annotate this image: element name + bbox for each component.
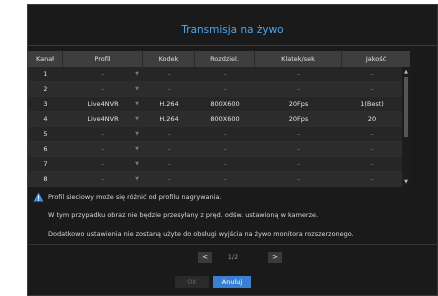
cancel-button[interactable]: Anuluj bbox=[213, 276, 251, 288]
warning-icon bbox=[33, 192, 44, 202]
profile-select[interactable]: – ▼ bbox=[63, 67, 143, 82]
profile-value: – bbox=[101, 130, 105, 138]
table-row: 4 Live4NVR ▼ H.264 800X600 20Fps 20 bbox=[28, 112, 402, 127]
header-quality: Jakość bbox=[365, 55, 387, 63]
table-row: 7 – ▼ – – – – bbox=[28, 157, 402, 172]
resolution-cell: – bbox=[223, 70, 227, 78]
header-channel: Kanał bbox=[28, 51, 63, 67]
dropdown-caret-icon: ▼ bbox=[135, 146, 139, 152]
dropdown-caret-icon: ▼ bbox=[135, 101, 139, 107]
dropdown-caret-icon: ▼ bbox=[135, 86, 139, 92]
prev-page-button[interactable]: < bbox=[198, 252, 212, 263]
codec-cell: – bbox=[167, 175, 171, 183]
resolution-cell: – bbox=[223, 160, 227, 168]
fps-cell: – bbox=[296, 145, 301, 153]
dropdown-caret-icon: ▼ bbox=[135, 71, 139, 77]
quality-cell: – bbox=[370, 175, 374, 183]
table-row: 2 – ▼ – – – – bbox=[28, 82, 402, 97]
channel-cell: 3 bbox=[43, 100, 48, 108]
channel-cell: 2 bbox=[43, 85, 48, 93]
profile-select[interactable]: – ▼ bbox=[63, 157, 143, 172]
table-header: Kanał Profil Kodek Rozdziel. Klatek/sek … bbox=[28, 51, 410, 67]
page-indicator: 1/2 bbox=[227, 253, 239, 261]
dialog-title: Transmisja na żywo bbox=[181, 24, 284, 36]
codec-cell: – bbox=[167, 130, 171, 138]
channel-cell: 6 bbox=[43, 145, 48, 153]
profile-select[interactable]: – ▼ bbox=[63, 142, 143, 157]
channel-table: Kanał Profil Kodek Rozdziel. Klatek/sek … bbox=[28, 51, 410, 187]
note-line-3: Dodatkowo ustawienia nie zostaną użyte d… bbox=[48, 230, 354, 238]
title-divider bbox=[28, 45, 438, 46]
ok-button[interactable]: OK bbox=[175, 276, 209, 288]
table-scrollbar[interactable]: ▲ ▼ bbox=[402, 67, 410, 187]
dropdown-caret-icon: ▼ bbox=[135, 116, 139, 122]
quality-cell: 20 bbox=[367, 115, 377, 123]
fps-cell: 20Fps bbox=[288, 100, 309, 108]
footer-divider bbox=[28, 244, 438, 245]
fps-cell: – bbox=[296, 85, 301, 93]
fps-cell: – bbox=[296, 175, 301, 183]
codec-cell: – bbox=[167, 160, 171, 168]
channel-cell: 8 bbox=[43, 175, 48, 183]
channel-cell: 7 bbox=[43, 160, 48, 168]
quality-cell: – bbox=[370, 145, 374, 153]
note-line-1: Profil sieciowy może się różnić od profi… bbox=[48, 193, 222, 201]
table-body: 1 – ▼ – – – – 2 – ▼ – – – – 3 Live4NVR ▼ H.… bbox=[28, 67, 402, 187]
quality-cell: – bbox=[370, 130, 374, 138]
resolution-cell: – bbox=[223, 145, 227, 153]
table-row: 8 – ▼ – – – – bbox=[28, 172, 402, 187]
dropdown-caret-icon: ▼ bbox=[135, 176, 139, 182]
quality-cell: – bbox=[370, 85, 374, 93]
resolution-cell: 800X600 bbox=[210, 100, 240, 108]
scroll-up-arrow-icon[interactable]: ▲ bbox=[402, 69, 410, 75]
quality-cell: – bbox=[370, 160, 374, 168]
channel-cell: 4 bbox=[43, 115, 48, 123]
profile-select[interactable]: – ▼ bbox=[63, 127, 143, 142]
scrollbar-thumb[interactable] bbox=[404, 77, 408, 137]
codec-cell: – bbox=[167, 85, 171, 93]
header-profile: Profil bbox=[63, 51, 143, 67]
pagination: < 1/2 > bbox=[0, 252, 438, 264]
header-resolution: Rozdziel. bbox=[195, 51, 255, 67]
table-row: 5 – ▼ – – – – bbox=[28, 127, 402, 142]
profile-value: – bbox=[101, 85, 105, 93]
resolution-cell: – bbox=[223, 175, 227, 183]
quality-cell: 1(Best) bbox=[360, 100, 384, 108]
note-line-2: W tym przypadku obraz nie będzie przesył… bbox=[48, 211, 319, 219]
resolution-cell: – bbox=[223, 85, 227, 93]
codec-cell: – bbox=[167, 70, 171, 78]
profile-value: Live4NVR bbox=[87, 100, 119, 108]
header-fps: Klatek/sek bbox=[255, 51, 342, 67]
codec-cell: H.264 bbox=[159, 100, 179, 108]
resolution-cell: – bbox=[223, 130, 227, 138]
resolution-cell: 800X600 bbox=[210, 115, 240, 123]
fps-cell: 20Fps bbox=[288, 115, 309, 123]
profile-select[interactable]: – ▼ bbox=[63, 172, 143, 187]
dropdown-caret-icon: ▼ bbox=[135, 161, 139, 167]
fps-cell: – bbox=[296, 130, 301, 138]
dropdown-caret-icon: ▼ bbox=[135, 131, 139, 137]
profile-select[interactable]: Live4NVR ▼ bbox=[63, 97, 143, 112]
profile-value: – bbox=[101, 70, 105, 78]
fps-cell: – bbox=[296, 160, 301, 168]
scroll-down-arrow-icon[interactable]: ▼ bbox=[402, 179, 410, 185]
profile-value: – bbox=[101, 145, 105, 153]
codec-cell: H.264 bbox=[159, 115, 179, 123]
quality-cell: – bbox=[370, 70, 374, 78]
table-row: 3 Live4NVR ▼ H.264 800X600 20Fps 1(Best) bbox=[28, 97, 402, 112]
fps-cell: – bbox=[296, 70, 301, 78]
codec-cell: – bbox=[167, 145, 171, 153]
channel-cell: 1 bbox=[43, 70, 48, 78]
profile-select[interactable]: – ▼ bbox=[63, 82, 143, 97]
profile-value: – bbox=[101, 175, 105, 183]
profile-value: Live4NVR bbox=[87, 115, 119, 123]
profile-select[interactable]: Live4NVR ▼ bbox=[63, 112, 143, 127]
next-page-button[interactable]: > bbox=[268, 252, 282, 263]
channel-cell: 5 bbox=[43, 130, 48, 138]
table-row: 6 – ▼ – – – – bbox=[28, 142, 402, 157]
table-row: 1 – ▼ – – – – bbox=[28, 67, 402, 82]
profile-value: – bbox=[101, 160, 105, 168]
header-codec: Kodek bbox=[143, 51, 195, 67]
